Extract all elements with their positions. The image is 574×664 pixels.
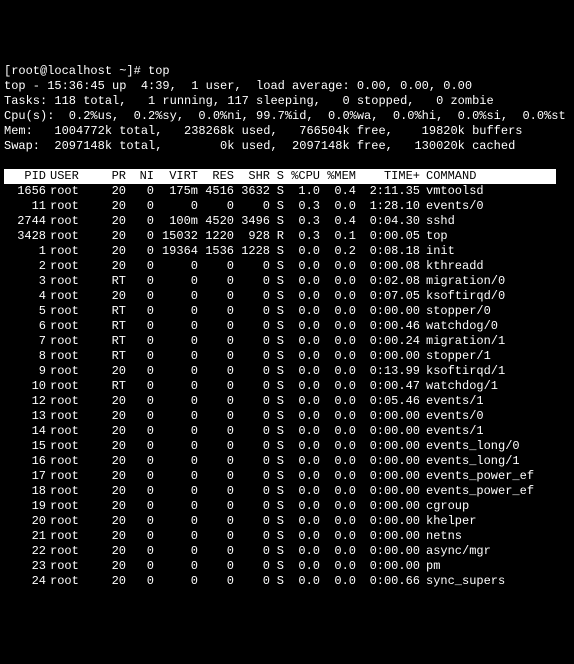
top-summary-line2: Tasks: 118 total, 1 running, 117 sleepin… [4, 94, 494, 108]
process-table-header: PIDUSERPRNIVIRTRESSHRS%CPU%MEMTIME+COMMA… [4, 169, 556, 184]
table-row: 1656root200175m45163632S1.00.42:11.35vmt… [4, 184, 534, 199]
table-row: 13root200000S0.00.00:00.00events/0 [4, 409, 534, 424]
table-row: 6rootRT0000S0.00.00:00.46watchdog/0 [4, 319, 534, 334]
table-row: 5rootRT0000S0.00.00:00.00stopper/0 [4, 304, 534, 319]
table-row: 14root200000S0.00.00:00.00events/1 [4, 424, 534, 439]
table-row: 2744root200100m45203496S0.30.40:04.30ssh… [4, 214, 534, 229]
shell-prompt: [root@localhost ~]# [4, 64, 148, 78]
table-row: 7rootRT0000S0.00.00:00.24migration/1 [4, 334, 534, 349]
table-row: 4root200000S0.00.00:07.05ksoftirqd/0 [4, 289, 534, 304]
table-row: 20root200000S0.00.00:00.00khelper [4, 514, 534, 529]
shell-command: top [148, 64, 170, 78]
table-row: 22root200000S0.00.00:00.00async/mgr [4, 544, 534, 559]
table-row: 2root200000S0.00.00:00.08kthreadd [4, 259, 534, 274]
process-table: 1656root200175m45163632S1.00.42:11.35vmt… [4, 184, 534, 589]
table-row: 23root200000S0.00.00:00.00pm [4, 559, 534, 574]
table-row: 8rootRT0000S0.00.00:00.00stopper/1 [4, 349, 534, 364]
table-row: 24root200000S0.00.00:00.66sync_supers [4, 574, 534, 589]
table-row: 3rootRT0000S0.00.00:02.08migration/0 [4, 274, 534, 289]
table-row: 16root200000S0.00.00:00.00events_long/1 [4, 454, 534, 469]
top-summary-line1: top - 15:36:45 up 4:39, 1 user, load ave… [4, 79, 472, 93]
table-row: 9root200000S0.00.00:13.99ksoftirqd/1 [4, 364, 534, 379]
table-row: 11root200000S0.30.01:28.10events/0 [4, 199, 534, 214]
table-row: 15root200000S0.00.00:00.00events_long/0 [4, 439, 534, 454]
top-summary-line5: Swap: 2097148k total, 0k used, 2097148k … [4, 139, 515, 153]
table-row: 19root200000S0.00.00:00.00cgroup [4, 499, 534, 514]
top-summary-line3: Cpu(s): 0.2%us, 0.2%sy, 0.0%ni, 99.7%id,… [4, 109, 566, 123]
table-row: 3428root200150321220928R0.30.10:00.05top [4, 229, 534, 244]
table-row: 18root200000S0.00.00:00.00events_power_e… [4, 484, 534, 499]
table-row: 17root200000S0.00.00:00.00events_power_e… [4, 469, 534, 484]
table-row: 1root2001936415361228S0.00.20:08.18init [4, 244, 534, 259]
table-row: 12root200000S0.00.00:05.46events/1 [4, 394, 534, 409]
table-row: 10rootRT0000S0.00.00:00.47watchdog/1 [4, 379, 534, 394]
top-summary-line4: Mem: 1004772k total, 238268k used, 76650… [4, 124, 522, 138]
table-row: 21root200000S0.00.00:00.00netns [4, 529, 534, 544]
terminal[interactable]: [root@localhost ~]# top top - 15:36:45 u… [4, 64, 570, 589]
